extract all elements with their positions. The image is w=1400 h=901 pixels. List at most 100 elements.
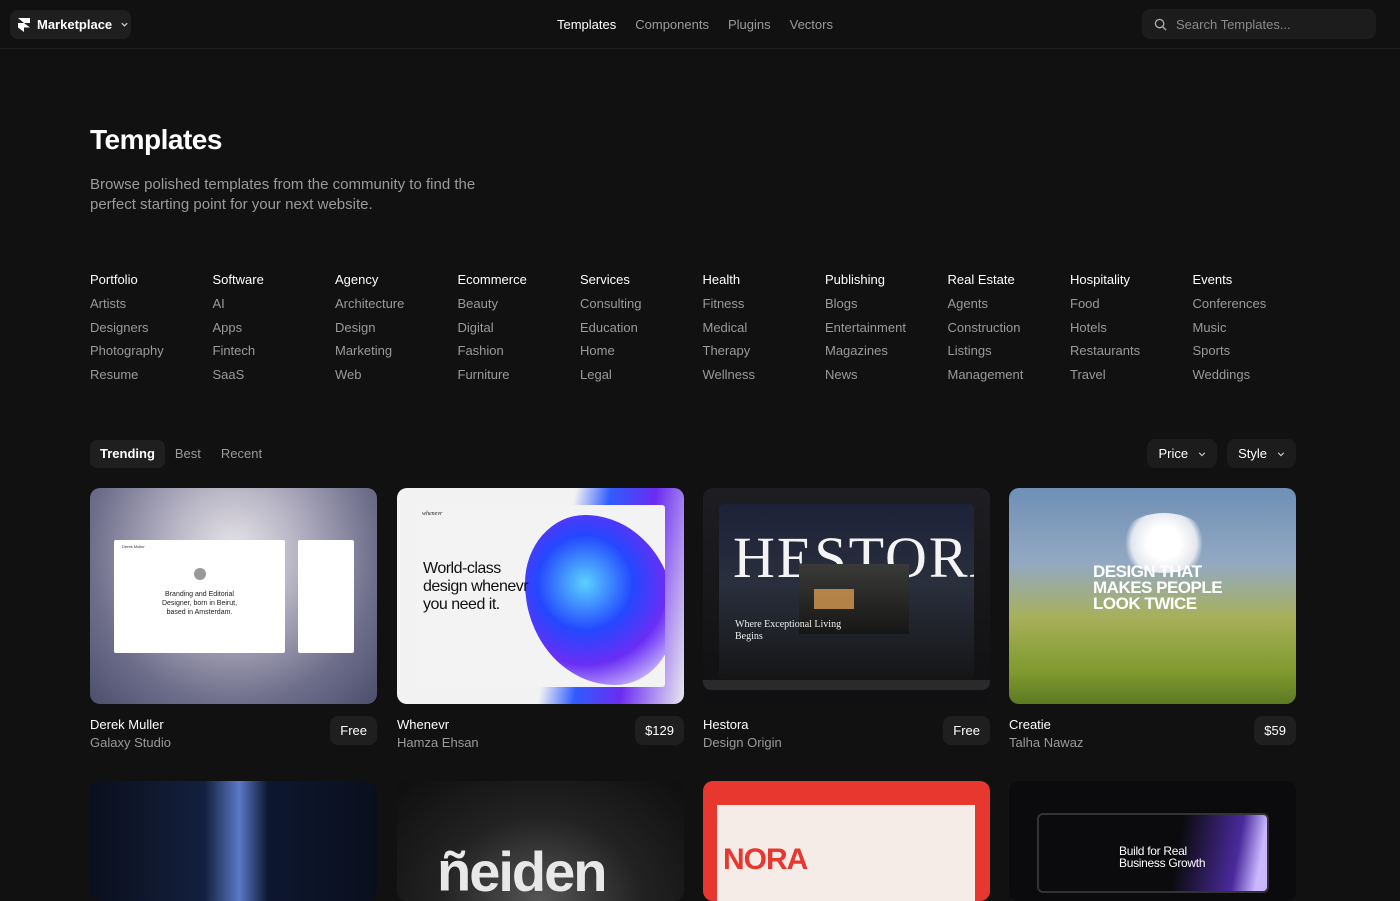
thumb-headline: ñeiden (437, 840, 607, 901)
search-icon (1154, 18, 1167, 31)
template-thumbnail[interactable]: ñeiden (397, 781, 684, 901)
category-link[interactable]: Construction (948, 319, 1071, 343)
category-link[interactable]: Furniture (458, 366, 581, 390)
category-link[interactable]: Travel (1070, 366, 1193, 390)
category-link[interactable]: Photography (90, 342, 213, 366)
category-title[interactable]: Agency (335, 271, 458, 295)
category-column: Health Fitness Medical Therapy Wellness (703, 271, 826, 389)
category-link[interactable]: AI (213, 295, 336, 319)
category-link[interactable]: Legal (580, 366, 703, 390)
template-card[interactable]: HESTORA Where Exceptional Living Begins … (703, 488, 990, 759)
style-filter-button[interactable]: Style (1227, 439, 1296, 468)
nav-components[interactable]: Components (635, 17, 709, 32)
category-link[interactable]: Fitness (703, 295, 826, 319)
template-name[interactable]: Whenevr (397, 717, 449, 732)
template-card[interactable]: Build for Real Business Growth (1009, 781, 1296, 901)
category-link[interactable]: Weddings (1193, 366, 1316, 390)
tab-recent[interactable]: Recent (211, 440, 272, 468)
category-link[interactable]: Home (580, 342, 703, 366)
tab-trending[interactable]: Trending (90, 440, 165, 468)
category-grid: Portfolio Artists Designers Photography … (90, 271, 1315, 389)
category-link[interactable]: Fintech (213, 342, 336, 366)
category-link[interactable]: Apps (213, 319, 336, 343)
category-link[interactable]: Hotels (1070, 319, 1193, 343)
category-link[interactable]: Entertainment (825, 319, 948, 343)
category-link[interactable]: Therapy (703, 342, 826, 366)
nav-templates[interactable]: Templates (557, 17, 616, 32)
style-filter-label: Style (1238, 446, 1267, 461)
category-link[interactable]: Education (580, 319, 703, 343)
category-link[interactable]: Web (335, 366, 458, 390)
template-card[interactable]: whenevr World-class design whenevr you n… (397, 488, 684, 759)
category-link[interactable]: Consulting (580, 295, 703, 319)
category-column: Hospitality Food Hotels Restaurants Trav… (1070, 271, 1193, 389)
template-card[interactable]: DESIGN THAT MAKES PEOPLE LOOK TWICE Crea… (1009, 488, 1296, 759)
category-link[interactable]: Music (1193, 319, 1316, 343)
category-title[interactable]: Services (580, 271, 703, 295)
filters: Price Style (1147, 439, 1296, 468)
framer-logo-icon (18, 17, 30, 32)
category-link[interactable]: Sports (1193, 342, 1316, 366)
category-link[interactable]: Digital (458, 319, 581, 343)
category-link[interactable]: Beauty (458, 295, 581, 319)
category-link[interactable]: Designers (90, 319, 213, 343)
category-title[interactable]: Ecommerce (458, 271, 581, 295)
category-title[interactable]: Health (703, 271, 826, 295)
template-thumbnail[interactable]: Build for Real Business Growth (1009, 781, 1296, 901)
category-link[interactable]: Wellness (703, 366, 826, 390)
template-card[interactable]: Derek Muller Branding and Editorial Desi… (90, 488, 377, 759)
category-link[interactable]: Fashion (458, 342, 581, 366)
price-badge: Free (330, 716, 377, 745)
category-link[interactable]: Food (1070, 295, 1193, 319)
category-link[interactable]: Listings (948, 342, 1071, 366)
nav-vectors[interactable]: Vectors (790, 17, 833, 32)
category-column: Services Consulting Education Home Legal (580, 271, 703, 389)
category-link[interactable]: Artists (90, 295, 213, 319)
category-title[interactable]: Hospitality (1070, 271, 1193, 295)
category-link[interactable]: SaaS (213, 366, 336, 390)
category-link[interactable]: News (825, 366, 948, 390)
template-author[interactable]: Hamza Ehsan (397, 735, 479, 750)
template-card[interactable]: NORA (703, 781, 990, 901)
price-filter-label: Price (1158, 446, 1189, 461)
template-thumbnail[interactable] (90, 781, 377, 901)
category-link[interactable]: Agents (948, 295, 1071, 319)
category-link[interactable]: Conferences (1193, 295, 1316, 319)
category-title[interactable]: Real Estate (948, 271, 1071, 295)
category-link[interactable]: Resume (90, 366, 213, 390)
category-title[interactable]: Publishing (825, 271, 948, 295)
template-card[interactable]: ñeiden (397, 781, 684, 901)
price-filter-button[interactable]: Price (1147, 439, 1218, 468)
sort-tabs: Trending Best Recent (90, 440, 272, 468)
template-name[interactable]: Derek Muller (90, 717, 164, 732)
template-card[interactable] (90, 781, 377, 901)
search-input[interactable]: Search Templates... (1142, 9, 1376, 39)
category-title[interactable]: Portfolio (90, 271, 213, 295)
category-link[interactable]: Blogs (825, 295, 948, 319)
tab-best[interactable]: Best (165, 440, 211, 468)
marketplace-menu-button[interactable]: Marketplace (10, 10, 131, 39)
template-thumbnail[interactable]: NORA (703, 781, 990, 901)
category-title[interactable]: Events (1193, 271, 1316, 295)
category-link[interactable]: Magazines (825, 342, 948, 366)
category-link[interactable]: Medical (703, 319, 826, 343)
template-thumbnail[interactable]: whenevr World-class design whenevr you n… (397, 488, 684, 704)
template-author[interactable]: Talha Nawaz (1009, 735, 1083, 750)
category-link[interactable]: Marketing (335, 342, 458, 366)
category-link[interactable]: Design (335, 319, 458, 343)
price-badge: $59 (1254, 716, 1296, 745)
template-thumbnail[interactable]: HESTORA Where Exceptional Living Begins (703, 488, 990, 704)
category-link[interactable]: Restaurants (1070, 342, 1193, 366)
category-title[interactable]: Software (213, 271, 336, 295)
thumb-headline: World-class design whenevr you need it. (423, 560, 529, 613)
template-author[interactable]: Design Origin (703, 735, 782, 750)
template-name[interactable]: Hestora (703, 717, 749, 732)
thumb-headline: Build for Real Business Growth (1119, 844, 1206, 870)
template-thumbnail[interactable]: DESIGN THAT MAKES PEOPLE LOOK TWICE (1009, 488, 1296, 704)
nav-plugins[interactable]: Plugins (728, 17, 771, 32)
template-author[interactable]: Galaxy Studio (90, 735, 171, 750)
template-name[interactable]: Creatie (1009, 717, 1051, 732)
category-link[interactable]: Management (948, 366, 1071, 390)
template-thumbnail[interactable]: Derek Muller Branding and Editorial Desi… (90, 488, 377, 704)
category-link[interactable]: Architecture (335, 295, 458, 319)
